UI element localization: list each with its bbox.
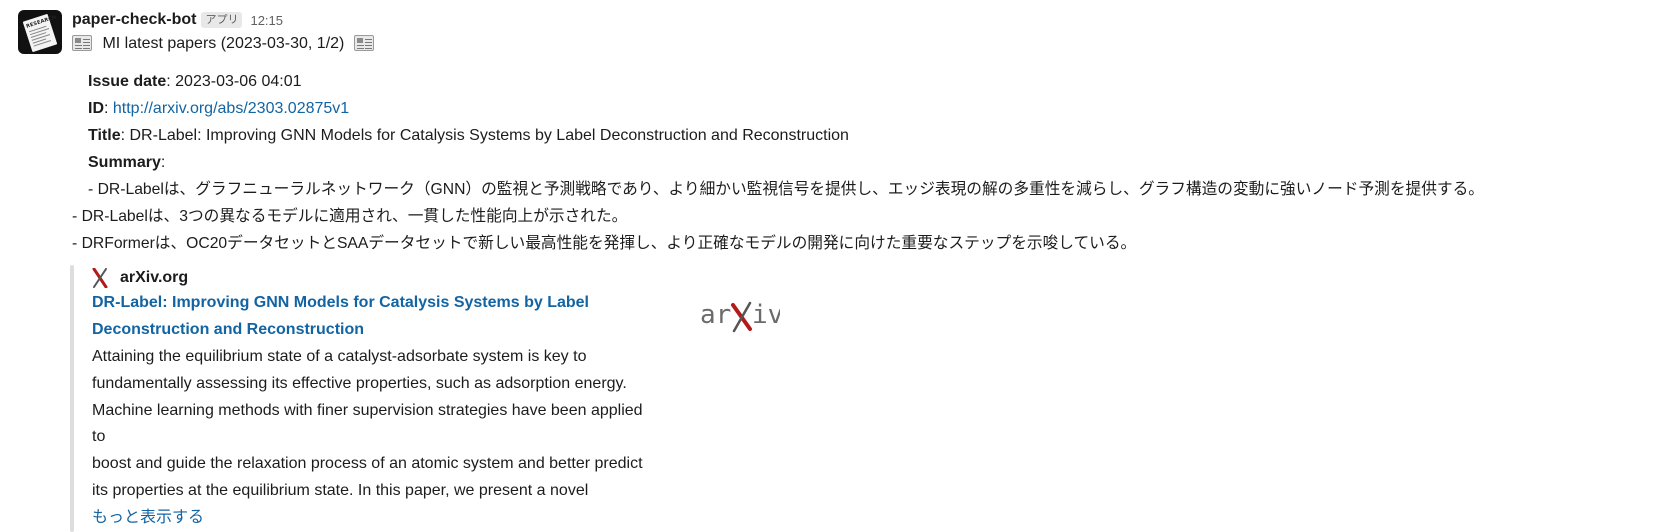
issue-date-row: Issue date: 2023-03-06 04:01 — [88, 71, 301, 93]
paper-id-link[interactable]: http://arxiv.org/abs/2303.02875v1 — [113, 100, 349, 117]
issue-date-label: Issue date — [88, 73, 167, 90]
title-row: Title: DR-Label: Improving GNN Models fo… — [88, 125, 849, 147]
arxiv-logo-left: ar — [700, 300, 731, 330]
attachment-abstract-line: to — [92, 428, 106, 445]
attachment-abstract-line: boost and guide the relaxation process o… — [92, 455, 643, 472]
attachment-site-name: arXiv.org — [120, 269, 189, 286]
show-more-link[interactable]: もっと表示する — [92, 507, 204, 529]
title-label: Title — [88, 127, 121, 144]
research-paper-icon: RESEARCH — [22, 13, 58, 53]
summary-line: - DR-Labelは、グラフニューラルネットワーク（GNN）の監視と予測戦略で… — [88, 181, 1484, 198]
arxiv-logo-thumbnail[interactable]: ar iv — [700, 295, 783, 335]
heading-text: MI latest papers (2023-03-30, 1/2) — [102, 35, 345, 52]
arxiv-x-icon — [92, 267, 108, 289]
bot-name[interactable]: paper-check-bot — [72, 11, 196, 29]
summary-label-row: Summary: — [88, 152, 165, 174]
attachment-title-line[interactable]: DR-Label: Improving GNN Models for Catal… — [92, 292, 589, 314]
attachment-abstract-line: fundamentally assessing its effective pr… — [92, 375, 627, 392]
attachment-site-row: arXiv.org — [92, 267, 189, 289]
bot-avatar[interactable]: RESEARCH — [18, 10, 62, 54]
chat-message: RESEARCH paper-check-bot アプリ 12:15 MI la… — [0, 0, 1664, 532]
message-heading: MI latest papers (2023-03-30, 1/2) — [72, 33, 374, 55]
title-value: : DR-Label: Improving GNN Models for Cat… — [120, 127, 849, 144]
id-row: ID: http://arxiv.org/abs/2303.02875v1 — [88, 98, 349, 120]
id-separator: : — [104, 100, 113, 117]
attachment-title-line[interactable]: Deconstruction and Reconstruction — [92, 319, 364, 341]
summary-separator: : — [160, 154, 166, 171]
attachment-accent-bar — [70, 265, 74, 532]
app-badge: アプリ — [201, 12, 243, 28]
summary-label: Summary — [88, 154, 161, 171]
id-label: ID — [88, 100, 104, 117]
attachment-abstract-line: Attaining the equilibrium state of a cat… — [92, 348, 587, 365]
issue-date-value: : 2023-03-06 04:01 — [166, 73, 302, 90]
summary-line: - DR-Labelは、3つの異なるモデルに適用され、一貫した性能向上が示された… — [72, 208, 628, 225]
attachment-abstract-line: its properties at the equilibrium state.… — [92, 482, 589, 499]
attachment-abstract-line: Machine learning methods with finer supe… — [92, 402, 643, 419]
message-timestamp[interactable]: 12:15 — [250, 13, 283, 28]
newspaper-icon — [353, 35, 374, 51]
link-unfurl-attachment: arXiv.org DR-Label: Improving GNN Models… — [70, 265, 810, 532]
newspaper-icon — [72, 35, 92, 51]
arxiv-logo-right: iv — [752, 300, 780, 330]
message-header: paper-check-bot アプリ 12:15 — [72, 9, 283, 31]
summary-line: - DRFormerは、OC20データセットとSAAデータセットで新しい最高性能… — [72, 235, 1137, 252]
